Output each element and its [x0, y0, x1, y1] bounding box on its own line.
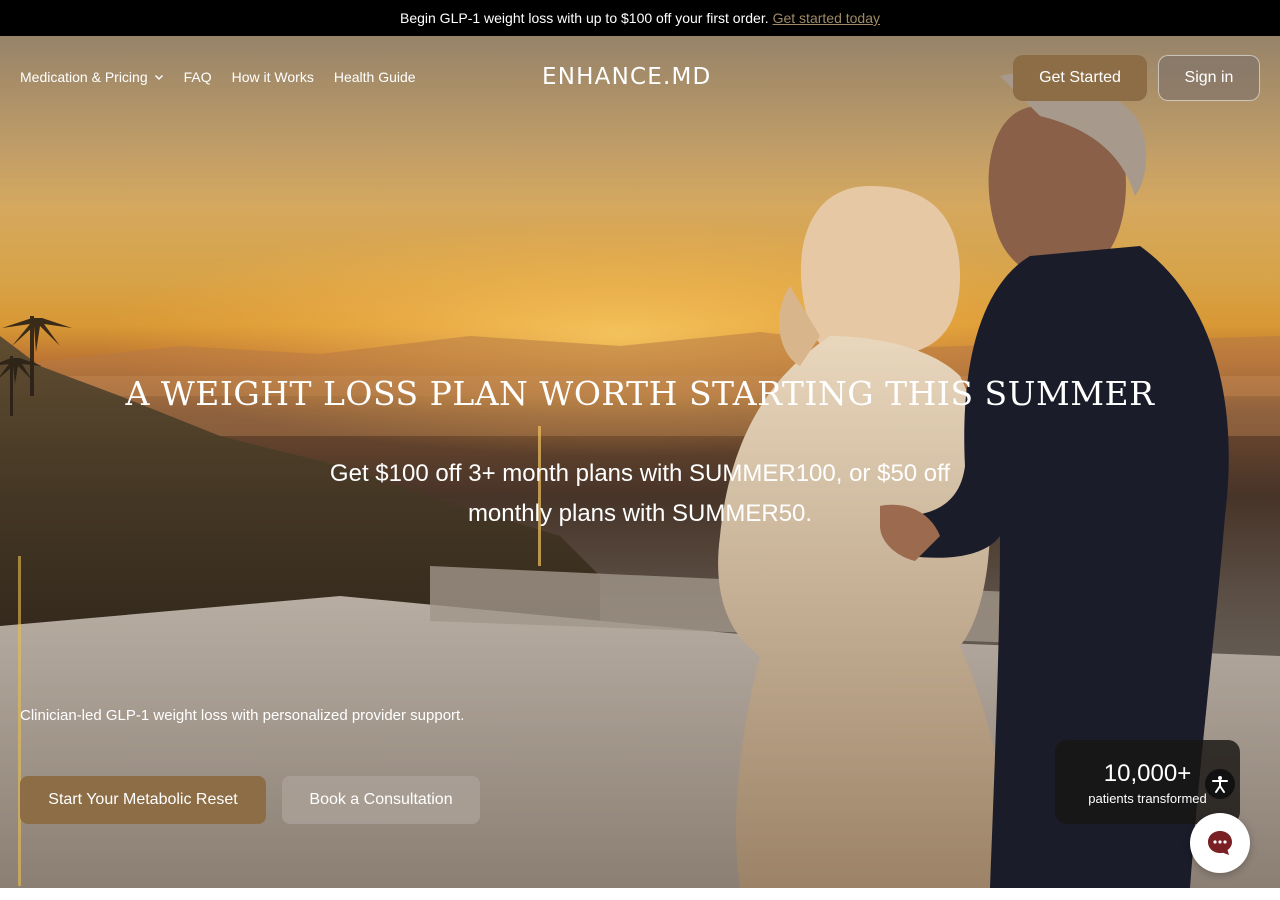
brand-logo[interactable]: ENHANCE.MD: [542, 64, 711, 90]
chat-bubble-icon: [1208, 831, 1232, 855]
nav-medication-pricing[interactable]: Medication & Pricing: [20, 69, 164, 85]
accessibility-button[interactable]: [1205, 769, 1235, 799]
book-consultation-button[interactable]: Book a Consultation: [282, 776, 480, 824]
nav-medication-pricing-label: Medication & Pricing: [20, 69, 148, 85]
nav-health-guide[interactable]: Health Guide: [334, 69, 416, 85]
chat-launcher-button[interactable]: [1190, 813, 1250, 873]
hero-section: Medication & Pricing FAQ How it Works He…: [0, 36, 1280, 888]
hero-subhead: Get $100 off 3+ month plans with SUMMER1…: [329, 460, 951, 527]
promo-text: Begin GLP-1 weight loss with up to $100 …: [399, 10, 769, 26]
nav-how-it-works[interactable]: How it Works: [232, 69, 314, 85]
start-metabolic-reset-button[interactable]: Start Your Metabolic Reset: [20, 776, 266, 824]
promo-bar: Begin GLP-1 weight loss with up to $100 …: [0, 0, 1280, 36]
stat-number: 10,000+: [1103, 759, 1192, 787]
get-started-button[interactable]: Get Started: [1013, 55, 1147, 101]
chevron-down-icon: [154, 75, 163, 80]
main-nav: Medication & Pricing FAQ How it Works He…: [20, 69, 416, 85]
hero-headline: A WEIGHT LOSS PLAN WORTH STARTING THIS S…: [125, 374, 1155, 413]
promo-link[interactable]: Get started today: [773, 10, 880, 26]
accessibility-icon: [1212, 776, 1228, 793]
hero-tagline: Clinician-led GLP-1 weight loss with per…: [20, 707, 465, 724]
sign-in-button[interactable]: Sign in: [1158, 55, 1260, 101]
nav-faq[interactable]: FAQ: [184, 69, 212, 85]
stat-label: patients transformed: [1088, 790, 1207, 806]
